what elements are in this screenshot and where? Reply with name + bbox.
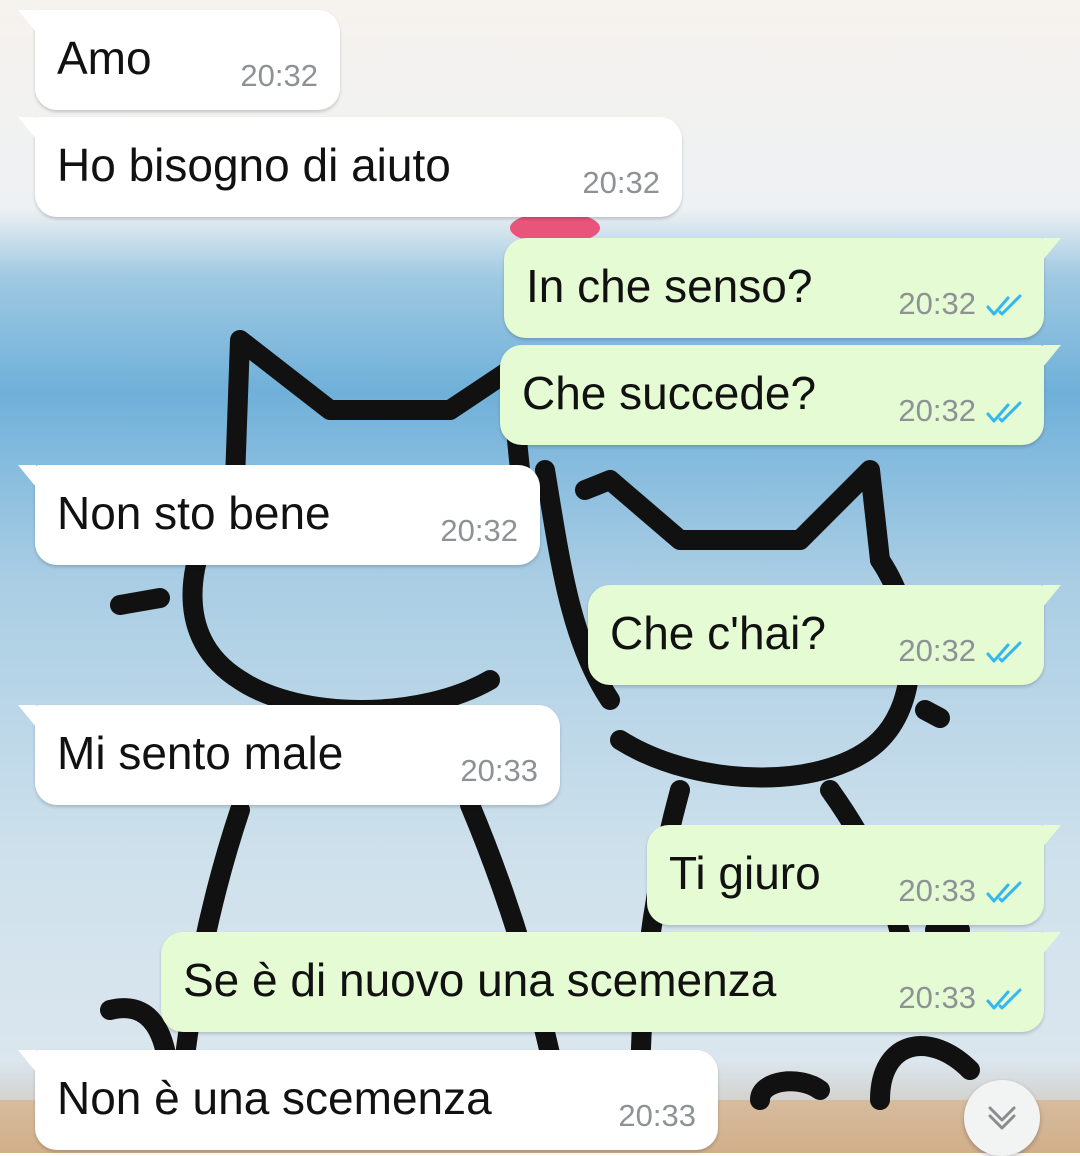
message-bubble-incoming[interactable]: Ho bisogno di aiuto 20:32: [18, 117, 682, 217]
double-check-icon: [986, 401, 1022, 423]
message-bubble-incoming[interactable]: Non è una scemenza 20:33: [18, 1050, 718, 1150]
message-bubble-outgoing[interactable]: Se è di nuovo una scemenza 20:33: [161, 932, 1061, 1032]
message-timestamp: 20:32: [898, 633, 976, 668]
message-timestamp: 20:32: [240, 58, 318, 93]
double-chevron-down-icon: [988, 1106, 1016, 1130]
message-text: Che succede?: [522, 367, 817, 419]
scroll-to-bottom-button[interactable]: [964, 1080, 1040, 1156]
message-bubble-outgoing[interactable]: In che senso? 20:32: [504, 238, 1061, 338]
message-timestamp: 20:32: [582, 165, 660, 200]
message-text: Non sto bene: [57, 487, 331, 539]
message-text: Non è una scemenza: [57, 1072, 492, 1124]
message-text: In che senso?: [526, 260, 813, 312]
message-timestamp: 20:32: [440, 513, 518, 548]
double-check-icon: [986, 294, 1022, 316]
message-text: Se è di nuovo una scemenza: [183, 954, 777, 1006]
message-bubble-incoming[interactable]: Mi sento male 20:33: [18, 705, 560, 805]
message-timestamp: 20:33: [898, 980, 976, 1015]
message-timestamp: 20:33: [898, 873, 976, 908]
message-text: Che c'hai?: [610, 607, 826, 659]
message-text: Mi sento male: [57, 727, 344, 779]
message-timestamp: 20:33: [460, 753, 538, 788]
message-text: Amo: [57, 32, 152, 84]
double-check-icon: [986, 988, 1022, 1010]
double-check-icon: [986, 641, 1022, 663]
message-text: Ho bisogno di aiuto: [57, 139, 451, 191]
message-bubble-incoming[interactable]: Non sto bene 20:32: [18, 465, 540, 565]
message-timestamp: 20:32: [898, 393, 976, 428]
message-bubble-incoming[interactable]: Amo 20:32: [18, 10, 340, 110]
message-text: Ti giuro: [669, 847, 821, 899]
message-bubble-outgoing[interactable]: Che succede? 20:32: [500, 345, 1061, 445]
double-check-icon: [986, 881, 1022, 903]
message-bubble-outgoing[interactable]: Ti giuro 20:33: [647, 825, 1061, 925]
message-bubble-outgoing[interactable]: Che c'hai? 20:32: [588, 585, 1061, 685]
message-timestamp: 20:33: [618, 1098, 696, 1133]
message-timestamp: 20:32: [898, 286, 976, 321]
